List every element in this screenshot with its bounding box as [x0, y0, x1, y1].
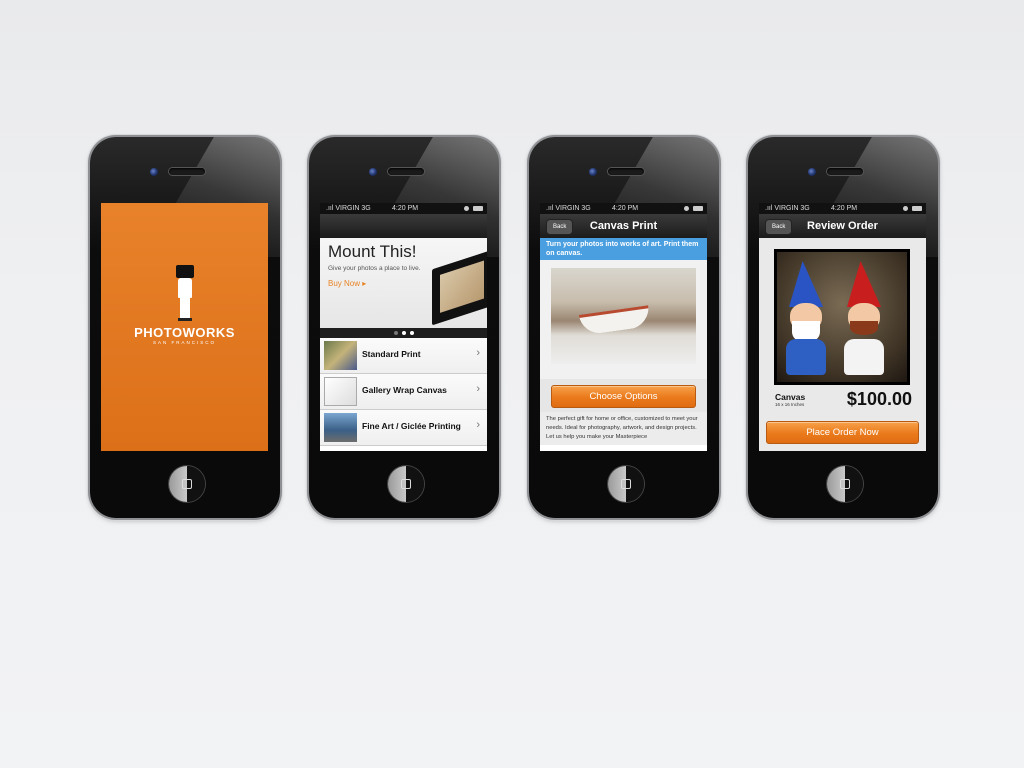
- banner-title: Mount This!: [328, 242, 417, 261]
- place-order-button[interactable]: Place Order Now: [766, 421, 919, 444]
- orientation-lock-icon: [464, 206, 469, 211]
- front-camera: [150, 168, 158, 176]
- gnome-figure-image: [841, 261, 887, 379]
- page-title: Review Order: [807, 220, 878, 232]
- page-indicator[interactable]: [320, 328, 487, 338]
- front-camera: [369, 168, 377, 176]
- buy-now-link[interactable]: Buy Now ▸: [328, 279, 366, 288]
- phone-canvas-print: .ııl VIRGIN 3G 4:20 PM Back Canvas Print…: [529, 137, 719, 518]
- product-name: Canvas: [775, 392, 806, 402]
- list-item-gallery-wrap-canvas[interactable]: Gallery Wrap Canvas ›: [320, 374, 487, 410]
- mounted-frame-image: [432, 250, 487, 326]
- phone-review-order: .ııl VIRGIN 3G 4:20 PM Back Review Order…: [748, 137, 938, 518]
- splash-screen: PHOTOWORKS SAN FRANCISCO: [101, 203, 268, 451]
- clock: 4:20 PM: [831, 205, 858, 212]
- carrier-label: .ııl VIRGIN 3G: [326, 205, 371, 212]
- orientation-lock-icon: [903, 206, 908, 211]
- clock: 4:20 PM: [392, 205, 419, 212]
- carrier-label: .ııl VIRGIN 3G: [765, 205, 810, 212]
- list-item-label: Fine Art / Giclée Printing: [362, 421, 461, 431]
- carrier-label: .ııl VIRGIN 3G: [546, 205, 591, 212]
- front-camera: [589, 168, 597, 176]
- banner-tagline: Give your photos a place to live.: [328, 265, 421, 272]
- app-logo-text: PHOTOWORKS: [134, 325, 235, 340]
- order-price: $100.00: [846, 389, 912, 409]
- photographer-logo-icon: [176, 265, 194, 323]
- choose-options-button[interactable]: Choose Options: [551, 385, 696, 408]
- status-bar: .ııl VIRGIN 3G 4:20 PM: [759, 203, 926, 214]
- home-button[interactable]: [169, 466, 205, 502]
- product-description: The perfect gift for home or office, cus…: [540, 412, 707, 445]
- home-button[interactable]: [388, 466, 424, 502]
- nav-bar: Back Canvas Print: [540, 214, 707, 238]
- promo-banner[interactable]: Mount This! Give your photos a place to …: [320, 238, 487, 328]
- order-photo: [774, 249, 910, 385]
- app-logo-subtitle: SAN FRANCISCO: [152, 340, 216, 345]
- home-button[interactable]: [608, 466, 644, 502]
- nav-bar: Back Review Order: [759, 214, 926, 238]
- status-bar: .ııl VIRGIN 3G 4:20 PM: [320, 203, 487, 214]
- chevron-right-icon: ›: [476, 383, 480, 395]
- battery-icon: [912, 206, 922, 211]
- earpiece-speaker: [827, 168, 863, 175]
- earpiece-speaker: [169, 168, 205, 175]
- product-size: 16 x 16 Inches: [775, 402, 805, 407]
- phone-splash: PHOTOWORKS SAN FRANCISCO: [90, 137, 280, 518]
- phone-products: .ııl VIRGIN 3G 4:20 PM Mount This! Give …: [309, 137, 499, 518]
- earpiece-speaker: [388, 168, 424, 175]
- front-camera: [808, 168, 816, 176]
- list-item-standard-print[interactable]: Standard Print ›: [320, 338, 487, 374]
- products-screen: .ııl VIRGIN 3G 4:20 PM Mount This! Give …: [320, 203, 487, 451]
- review-order-screen: .ııl VIRGIN 3G 4:20 PM Back Review Order…: [759, 203, 926, 451]
- list-item-label: Standard Print: [362, 349, 421, 359]
- thumbnail-image: [324, 413, 357, 442]
- gnome-figure-image: [783, 261, 829, 379]
- canvas-print-screen: .ııl VIRGIN 3G 4:20 PM Back Canvas Print…: [540, 203, 707, 451]
- splash-background: PHOTOWORKS SAN FRANCISCO: [101, 203, 268, 451]
- thumbnail-image: [324, 377, 357, 406]
- chevron-right-icon: ›: [476, 419, 480, 431]
- status-bar: .ııl VIRGIN 3G 4:20 PM: [540, 203, 707, 214]
- thumbnail-image: [324, 341, 357, 370]
- options-area: Choose Options: [540, 379, 707, 412]
- earpiece-speaker: [608, 168, 644, 175]
- promo-text: Turn your photos into works of art. Prin…: [540, 238, 707, 260]
- list-item-fine-art-printing[interactable]: Fine Art / Giclée Printing ›: [320, 410, 487, 446]
- battery-icon: [693, 206, 703, 211]
- home-button[interactable]: [827, 466, 863, 502]
- clock: 4:20 PM: [612, 205, 639, 212]
- orientation-lock-icon: [684, 206, 689, 211]
- page-title: Canvas Print: [589, 220, 658, 232]
- nav-bar: [320, 214, 487, 238]
- order-summary: Canvas 16 x 16 Inches $100.00 Place Orde…: [759, 238, 926, 451]
- list-item-label: Gallery Wrap Canvas: [362, 385, 447, 395]
- chevron-right-icon: ›: [476, 347, 480, 359]
- battery-icon: [473, 206, 483, 211]
- canvas-photo: [540, 260, 707, 379]
